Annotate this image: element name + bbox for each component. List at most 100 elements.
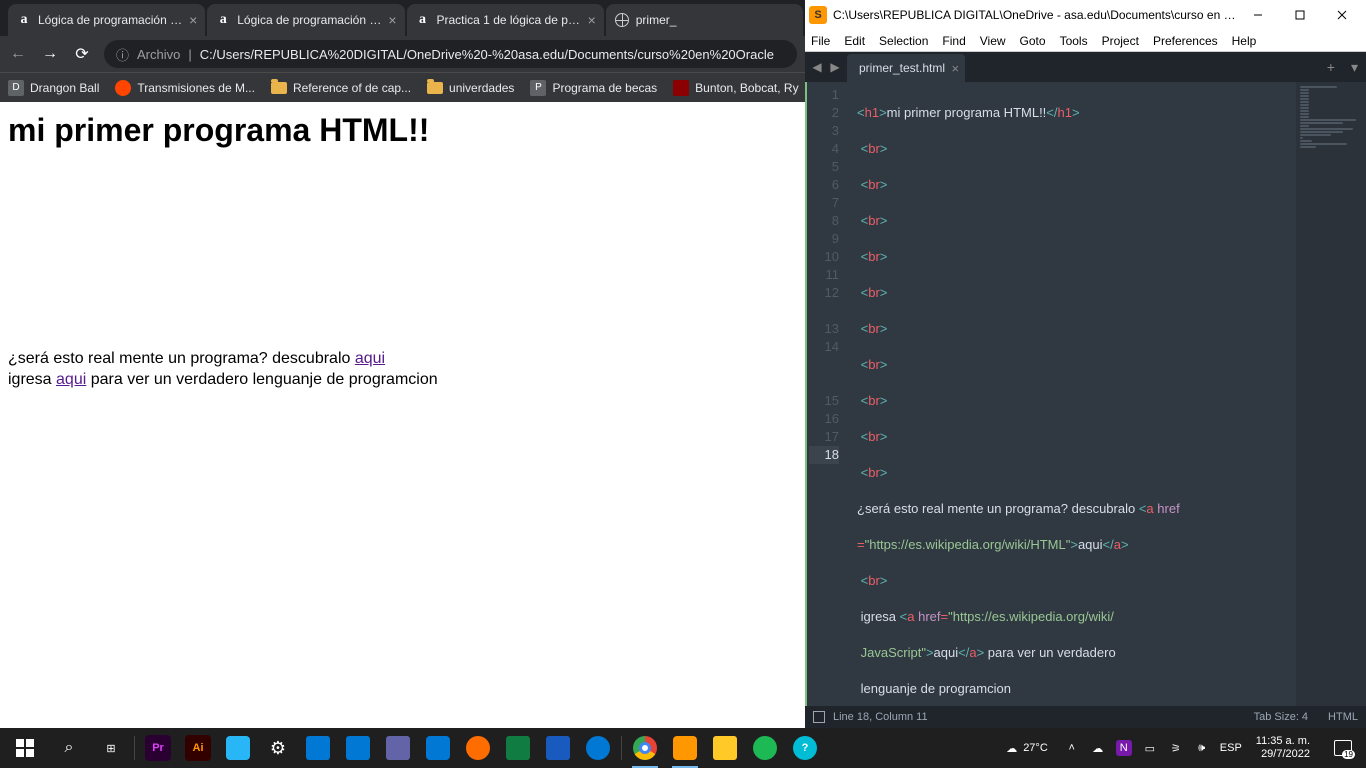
window-title: C:\Users\REPUBLICA DIGITAL\OneDrive - as… (833, 8, 1238, 22)
link-aqui-1[interactable]: aqui (355, 350, 385, 367)
tray-onedrive-icon[interactable]: ☁ (1090, 740, 1106, 756)
panel-icon[interactable] (813, 711, 825, 723)
bookmark-item[interactable]: Transmisiones de M... (115, 80, 255, 96)
edge-icon (586, 736, 610, 760)
app-premiere[interactable]: Pr (139, 728, 177, 768)
bookmark-icon: D (8, 80, 24, 96)
menu-edit[interactable]: Edit (844, 34, 865, 48)
app-teams[interactable] (379, 728, 417, 768)
tab-title: Lógica de programación parte 1: (38, 13, 185, 27)
notifications-button[interactable] (1324, 728, 1362, 768)
status-position[interactable]: Line 18, Column 11 (833, 711, 928, 723)
bookmark-item[interactable]: univerdades (427, 81, 514, 95)
bookmark-icon: P (530, 80, 546, 96)
sublime-icon (673, 736, 697, 760)
app-sublime[interactable] (666, 728, 704, 768)
minimize-button[interactable] (1238, 3, 1278, 27)
close-icon[interactable]: × (388, 12, 396, 28)
bookmark-item[interactable]: PPrograma de becas (530, 80, 657, 96)
code-content[interactable]: <h1>mi primer programa HTML!!</h1> <br> … (847, 82, 1296, 706)
tab-title: Lógica de programación parte 1: (237, 13, 384, 27)
tray-meet-icon[interactable]: ▭ (1142, 740, 1158, 756)
start-button[interactable] (4, 728, 46, 768)
close-icon[interactable]: × (189, 12, 197, 28)
editor-area[interactable]: 123456789101112 1314 15161718 <h1>mi pri… (805, 82, 1366, 706)
chrome-tab-3[interactable]: primer_ (606, 4, 803, 36)
weather-widget[interactable]: ☁ 27°C (1006, 742, 1048, 755)
chrome-tab-0[interactable]: a Lógica de programación parte 1: × (8, 4, 205, 36)
app-illustrator[interactable]: Ai (179, 728, 217, 768)
tray-volume-icon[interactable]: 🕪 (1194, 740, 1210, 756)
search-icon: ⌕ (57, 736, 81, 760)
app-outlook[interactable] (339, 728, 377, 768)
app-word[interactable] (539, 728, 577, 768)
chrome-tab-2[interactable]: a Practica 1 de lógica de programa × (407, 4, 604, 36)
menu-find[interactable]: Find (942, 34, 965, 48)
taskview-icon: ⊞ (99, 736, 123, 760)
reddit-icon (115, 80, 131, 96)
close-icon[interactable]: × (588, 12, 596, 28)
status-tabsize[interactable]: Tab Size: 4 (1254, 711, 1308, 723)
app-camera[interactable] (419, 728, 457, 768)
close-icon[interactable]: × (951, 61, 959, 76)
tab-menu-icon[interactable]: ▾ (1343, 59, 1366, 76)
word-icon (546, 736, 570, 760)
tray-language[interactable]: ESP (1220, 742, 1242, 754)
app-calculator[interactable] (299, 728, 337, 768)
anydesk-icon (226, 736, 250, 760)
excel-icon (506, 736, 530, 760)
app-help[interactable]: ? (786, 728, 824, 768)
app-chrome[interactable] (626, 728, 664, 768)
menu-help[interactable]: Help (1232, 34, 1257, 48)
app-anydesk[interactable] (219, 728, 257, 768)
menu-file[interactable]: File (811, 34, 830, 48)
address-bar[interactable]: ⓘ Archivo | C:/Users/REPUBLICA%20DIGITAL… (104, 40, 797, 68)
maximize-button[interactable] (1280, 3, 1320, 27)
app-chart[interactable] (459, 728, 497, 768)
bookmark-icon (673, 80, 689, 96)
taskview-button[interactable]: ⊞ (92, 728, 130, 768)
menu-selection[interactable]: Selection (879, 34, 928, 48)
sublime-logo-icon: S (809, 6, 827, 24)
app-excel[interactable] (499, 728, 537, 768)
tray-chevron-icon[interactable]: ˄ (1064, 740, 1080, 756)
bookmark-item[interactable]: Bunton, Bobcat, Ry (673, 80, 798, 96)
outlook-icon (346, 736, 370, 760)
search-button[interactable]: ⌕ (48, 728, 90, 768)
favicon-a-icon: a (16, 12, 32, 28)
app-edge[interactable] (579, 728, 617, 768)
favicon-a-icon: a (215, 12, 231, 28)
tray-onenote-icon[interactable]: N (1116, 740, 1132, 756)
tab-add-icon[interactable]: + (1319, 59, 1343, 75)
tray-wifi-icon[interactable]: ⚞ (1168, 740, 1184, 756)
status-language[interactable]: HTML (1328, 711, 1358, 723)
menu-tools[interactable]: Tools (1060, 34, 1088, 48)
back-button[interactable]: ← (8, 45, 28, 63)
menu-goto[interactable]: Goto (1020, 34, 1046, 48)
link-aqui-2[interactable]: aqui (56, 371, 86, 388)
app-explorer[interactable] (706, 728, 744, 768)
menu-view[interactable]: View (980, 34, 1006, 48)
tab-prev-icon[interactable]: ◀ (809, 60, 825, 74)
forward-button[interactable]: → (40, 45, 60, 63)
page-body: ¿será esto real mente un programa? descu… (8, 349, 797, 391)
sublime-titlebar[interactable]: S C:\Users\REPUBLICA DIGITAL\OneDrive - … (805, 0, 1366, 30)
chrome-icon (633, 736, 657, 760)
menu-preferences[interactable]: Preferences (1153, 34, 1218, 48)
tab-title: Practica 1 de lógica de programa (437, 13, 584, 27)
reload-button[interactable]: ⟳ (72, 44, 92, 64)
system-tray: ˄ ☁ N ▭ ⚞ 🕪 ESP (1064, 740, 1242, 756)
editor-tab[interactable]: primer_test.html × (847, 54, 965, 82)
favicon-a-icon: a (415, 12, 431, 28)
tab-next-icon[interactable]: ▶ (827, 60, 843, 74)
menu-project[interactable]: Project (1102, 34, 1139, 48)
app-spotify[interactable] (746, 728, 784, 768)
chrome-tab-1[interactable]: a Lógica de programación parte 1: × (207, 4, 404, 36)
bookmark-item[interactable]: Reference of de cap... (271, 81, 411, 95)
weather-icon: ☁ (1006, 742, 1017, 755)
clock[interactable]: 11:35 a. m. 29/7/2022 (1248, 735, 1318, 761)
close-button[interactable] (1322, 3, 1362, 27)
app-settings[interactable]: ⚙ (259, 728, 297, 768)
bookmark-item[interactable]: DDrangon Ball (8, 80, 99, 96)
minimap[interactable] (1296, 82, 1366, 706)
